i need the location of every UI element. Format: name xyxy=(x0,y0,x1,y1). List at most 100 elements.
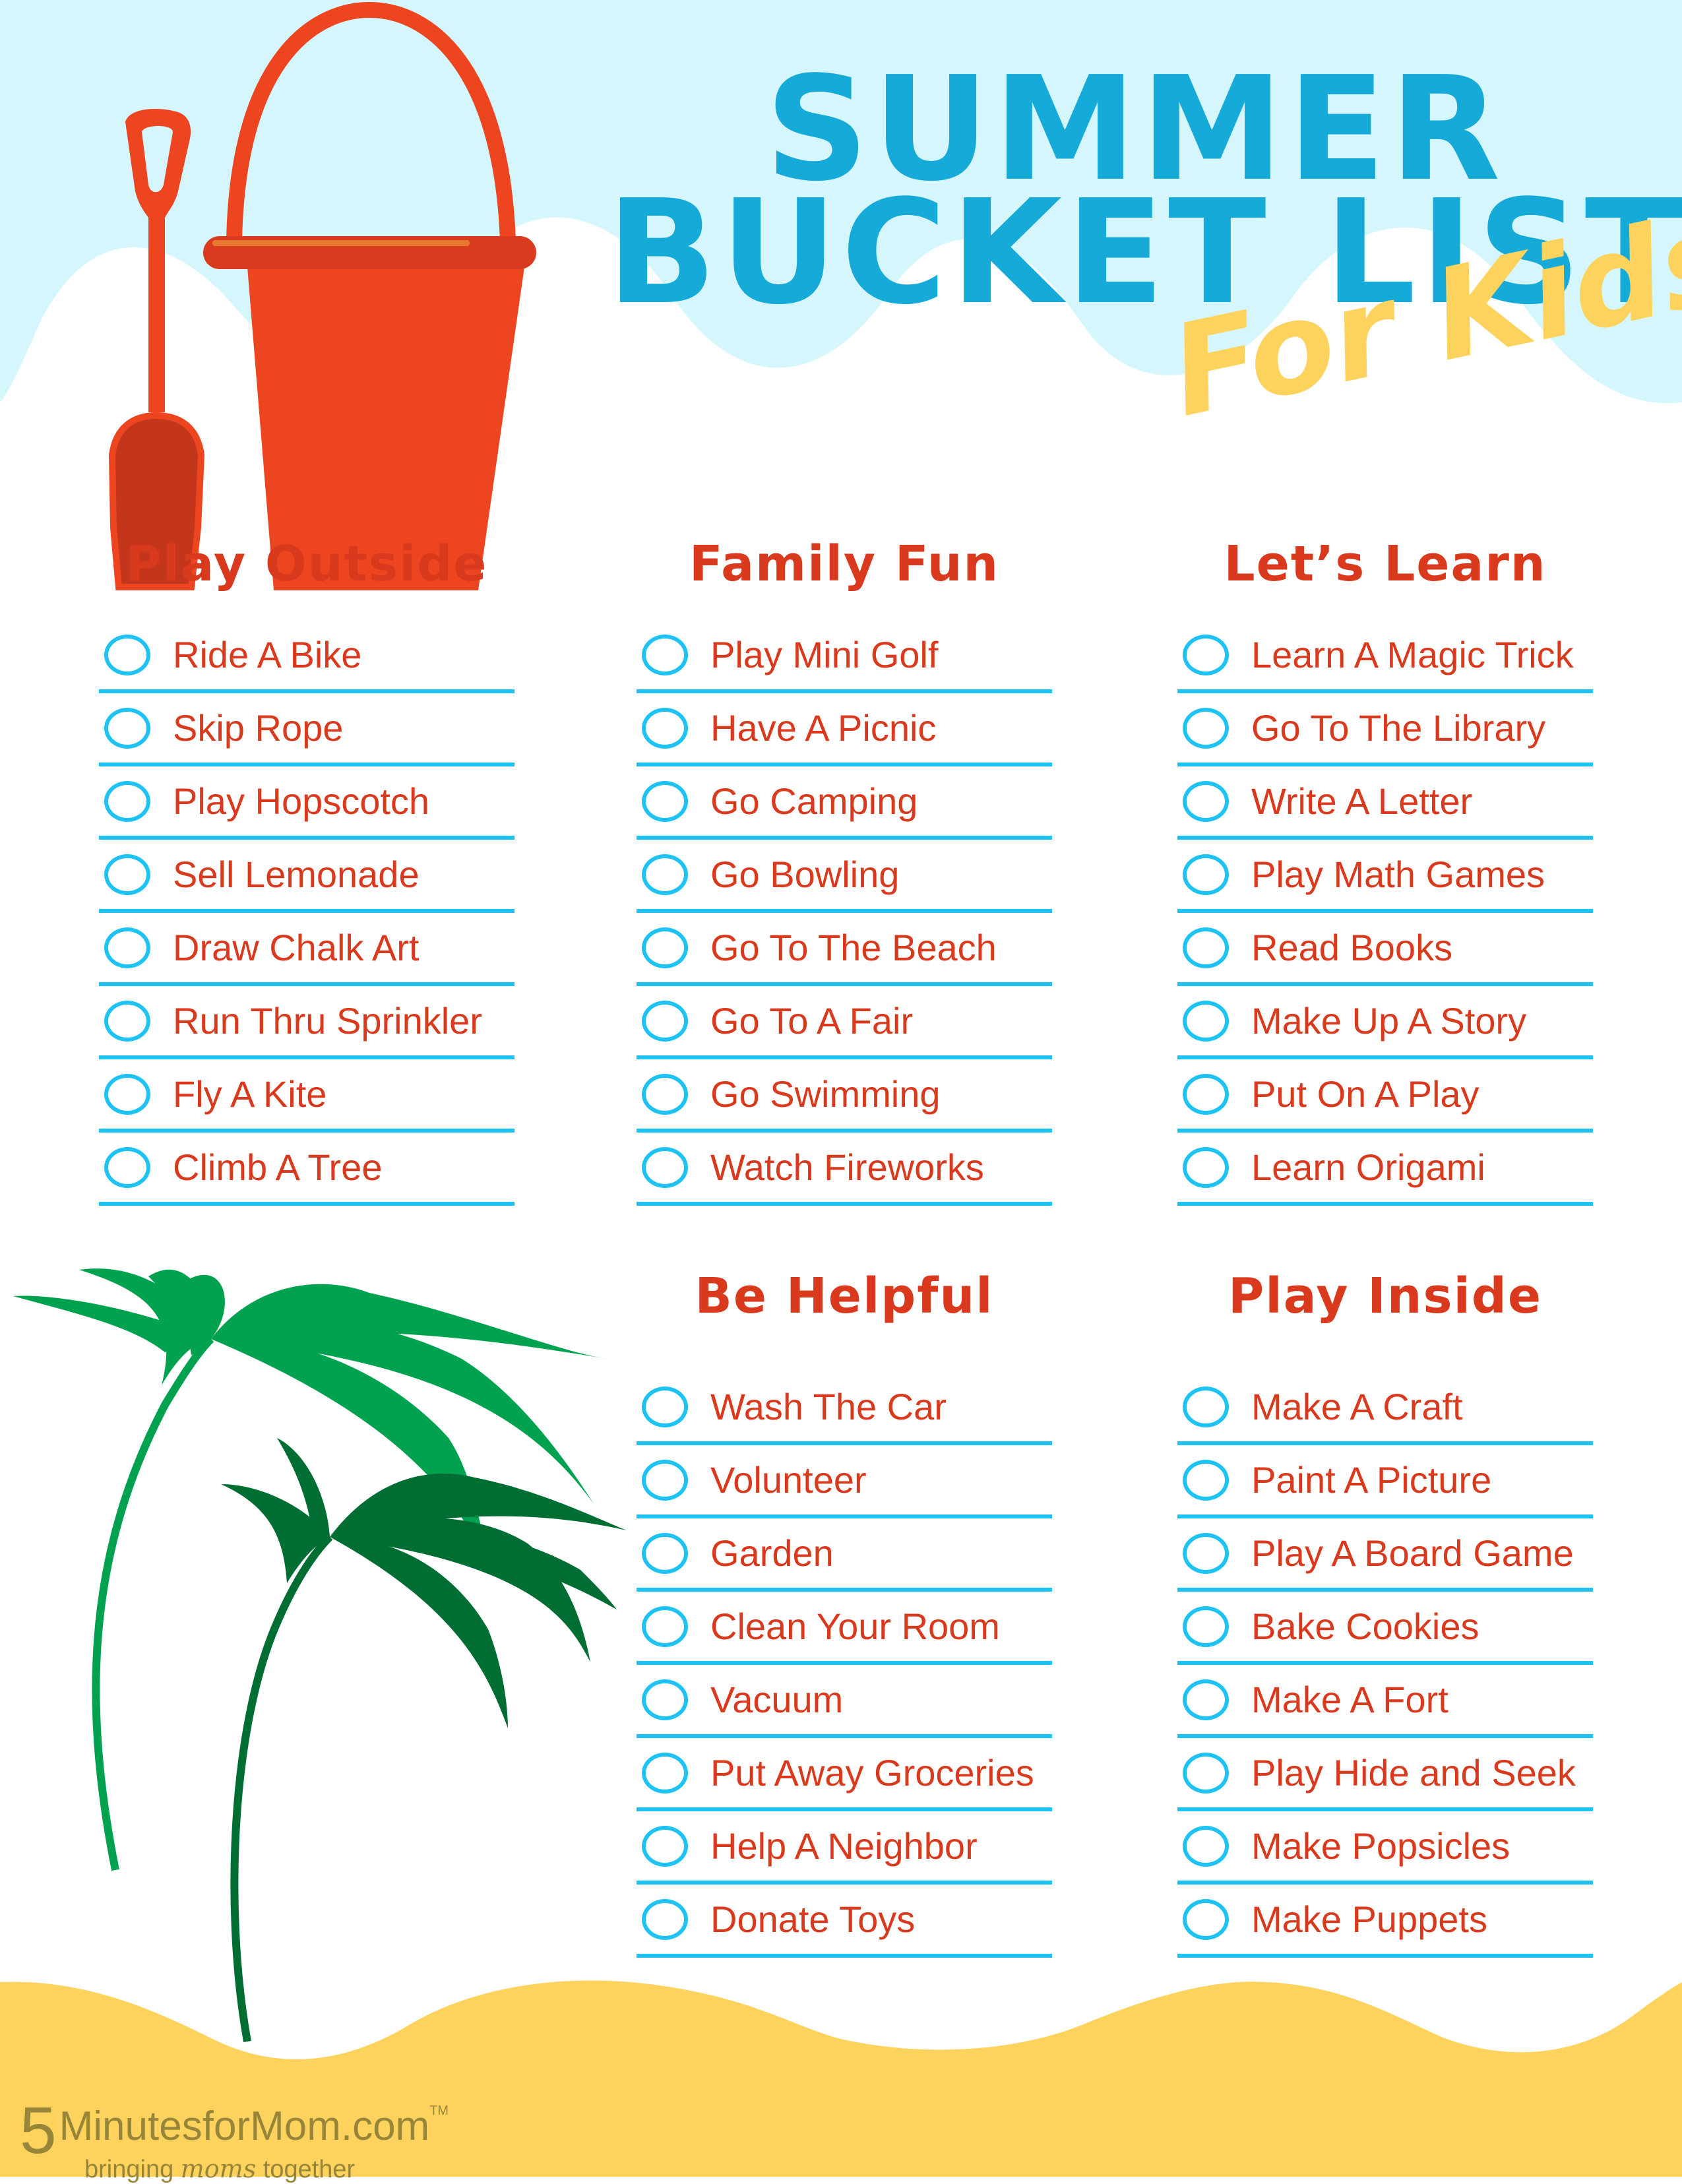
checklist-item[interactable]: Paint A Picture xyxy=(1177,1445,1593,1518)
checkbox-circle-icon[interactable] xyxy=(642,1606,688,1647)
checkbox-circle-icon[interactable] xyxy=(104,634,150,675)
checkbox-circle-icon[interactable] xyxy=(1183,707,1229,749)
checkbox-circle-icon[interactable] xyxy=(1183,780,1229,822)
checkbox-circle-icon[interactable] xyxy=(642,1898,688,1940)
checklist-item[interactable]: Sell Lemonade xyxy=(99,840,514,913)
logo-wordmark: 5MinutesforMom.comTM xyxy=(20,2098,449,2164)
item-label: Make Puppets xyxy=(1251,1898,1487,1940)
checkbox-circle-icon[interactable] xyxy=(1183,1606,1229,1647)
checkbox-circle-icon[interactable] xyxy=(1183,927,1229,968)
item-label: Play Mini Golf xyxy=(710,634,939,675)
checkbox-circle-icon[interactable] xyxy=(1183,1073,1229,1115)
checklist-item[interactable]: Play Mini Golf xyxy=(637,620,1052,693)
checkbox-circle-icon[interactable] xyxy=(642,1073,688,1115)
checkbox-circle-icon[interactable] xyxy=(642,1146,688,1188)
item-label: Write A Letter xyxy=(1251,780,1473,822)
checklist-item[interactable]: Play Hide and Seek xyxy=(1177,1738,1593,1811)
checklist-item[interactable]: Watch Fireworks xyxy=(637,1133,1052,1206)
checklist-item[interactable]: Volunteer xyxy=(637,1445,1052,1518)
section-be-helpful: Be Helpful Wash The Car Volunteer Garden… xyxy=(637,1260,1052,1958)
item-label: Play Hopscotch xyxy=(173,780,430,822)
checkbox-circle-icon[interactable] xyxy=(642,854,688,895)
checkbox-circle-icon[interactable] xyxy=(642,1752,688,1794)
checklist-item[interactable]: Make Popsicles xyxy=(1177,1811,1593,1885)
tagline-post: together xyxy=(256,2156,356,2183)
checklist-item[interactable]: Ride A Bike xyxy=(99,620,514,693)
checkbox-circle-icon[interactable] xyxy=(104,707,150,749)
checklist-item[interactable]: Play Math Games xyxy=(1177,840,1593,913)
checklist-item[interactable]: Go Swimming xyxy=(637,1059,1052,1133)
checklist-item[interactable]: Go To The Library xyxy=(1177,693,1593,766)
item-label: Wash The Car xyxy=(710,1386,947,1427)
checklist-item[interactable]: Clean Your Room xyxy=(637,1592,1052,1665)
checkbox-circle-icon[interactable] xyxy=(642,1386,688,1427)
checklist-item[interactable]: Make Up A Story xyxy=(1177,986,1593,1059)
item-label: Volunteer xyxy=(710,1459,867,1501)
checklist-item[interactable]: Wash The Car xyxy=(637,1372,1052,1445)
checklist-item[interactable]: Vacuum xyxy=(637,1665,1052,1738)
checklist-item[interactable]: Put On A Play xyxy=(1177,1059,1593,1133)
checkbox-circle-icon[interactable] xyxy=(1183,1532,1229,1574)
checkbox-circle-icon[interactable] xyxy=(642,1532,688,1574)
checklist-item[interactable]: Bake Cookies xyxy=(1177,1592,1593,1665)
item-label: Climb A Tree xyxy=(173,1146,383,1188)
checkbox-circle-icon[interactable] xyxy=(642,1000,688,1042)
item-label: Skip Rope xyxy=(173,707,344,749)
checkbox-circle-icon[interactable] xyxy=(642,634,688,675)
checkbox-circle-icon[interactable] xyxy=(104,854,150,895)
checklist-item[interactable]: Have A Picnic xyxy=(637,693,1052,766)
checkbox-circle-icon[interactable] xyxy=(642,1459,688,1501)
checkbox-circle-icon[interactable] xyxy=(642,1825,688,1867)
checklist-item[interactable]: Make A Fort xyxy=(1177,1665,1593,1738)
item-label: Play Hide and Seek xyxy=(1251,1752,1576,1794)
checkbox-circle-icon[interactable] xyxy=(1183,1679,1229,1720)
checklist-item[interactable]: Garden xyxy=(637,1518,1052,1592)
checkbox-circle-icon[interactable] xyxy=(642,1679,688,1720)
checkbox-circle-icon[interactable] xyxy=(1183,634,1229,675)
checkbox-circle-icon[interactable] xyxy=(642,780,688,822)
checklist-item[interactable]: Fly A Kite xyxy=(99,1059,514,1133)
checkbox-circle-icon[interactable] xyxy=(104,1073,150,1115)
checkbox-circle-icon[interactable] xyxy=(1183,1898,1229,1940)
checkbox-circle-icon[interactable] xyxy=(104,1000,150,1042)
item-label: Go To The Library xyxy=(1251,707,1546,749)
checklist-item[interactable]: Play Hopscotch xyxy=(99,766,514,840)
checklist-item[interactable]: Write A Letter xyxy=(1177,766,1593,840)
checklist-item[interactable]: Donate Toys xyxy=(637,1885,1052,1958)
checklist-item[interactable]: Climb A Tree xyxy=(99,1133,514,1206)
checkbox-circle-icon[interactable] xyxy=(642,927,688,968)
checkbox-circle-icon[interactable] xyxy=(1183,1146,1229,1188)
checkbox-circle-icon[interactable] xyxy=(104,927,150,968)
item-label: Make Up A Story xyxy=(1251,1000,1527,1042)
checkbox-circle-icon[interactable] xyxy=(1183,854,1229,895)
brand-logo[interactable]: 5MinutesforMom.comTM bringing moms toget… xyxy=(20,2098,449,2184)
checkbox-circle-icon[interactable] xyxy=(1183,1386,1229,1427)
checklist-item[interactable]: Go Bowling xyxy=(637,840,1052,913)
checkbox-circle-icon[interactable] xyxy=(1183,1825,1229,1867)
checkbox-circle-icon[interactable] xyxy=(1183,1752,1229,1794)
checklist-item[interactable]: Run Thru Sprinkler xyxy=(99,986,514,1059)
checklist-item[interactable]: Draw Chalk Art xyxy=(99,913,514,986)
item-label: Bake Cookies xyxy=(1251,1606,1480,1647)
checklist-item[interactable]: Play A Board Game xyxy=(1177,1518,1593,1592)
item-label: Put Away Groceries xyxy=(710,1752,1034,1794)
checklist-item[interactable]: Skip Rope xyxy=(99,693,514,766)
checklist-item[interactable]: Make A Craft xyxy=(1177,1372,1593,1445)
checkbox-circle-icon[interactable] xyxy=(104,1146,150,1188)
checklist-item[interactable]: Go Camping xyxy=(637,766,1052,840)
checklist-item[interactable]: Learn A Magic Trick xyxy=(1177,620,1593,693)
checklist-item[interactable]: Go To A Fair xyxy=(637,986,1052,1059)
checklist-item[interactable]: Make Puppets xyxy=(1177,1885,1593,1958)
section-family-fun: Family Fun Play Mini Golf Have A Picnic … xyxy=(637,528,1052,1206)
checklist-item[interactable]: Read Books xyxy=(1177,913,1593,986)
checkbox-circle-icon[interactable] xyxy=(1183,1459,1229,1501)
checkbox-circle-icon[interactable] xyxy=(1183,1000,1229,1042)
checkbox-circle-icon[interactable] xyxy=(104,780,150,822)
checklist-item[interactable]: Help A Neighbor xyxy=(637,1811,1052,1885)
checklist-item[interactable]: Go To The Beach xyxy=(637,913,1052,986)
item-label: Make Popsicles xyxy=(1251,1825,1511,1867)
checklist-item[interactable]: Learn Origami xyxy=(1177,1133,1593,1206)
checklist-item[interactable]: Put Away Groceries xyxy=(637,1738,1052,1811)
checkbox-circle-icon[interactable] xyxy=(642,707,688,749)
item-label: Go Swimming xyxy=(710,1073,941,1115)
